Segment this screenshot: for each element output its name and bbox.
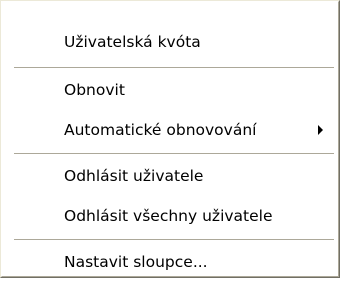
menu-item-label: Obnovit [64, 81, 125, 99]
menu-item-label: Nastavit sloupce... [64, 253, 208, 271]
menu-separator [14, 239, 334, 241]
menu-item-logoff-user[interactable]: Odhlásit uživatele [2, 156, 338, 196]
context-menu-frame: Uživatelská kvóta Obnovit Automatické ob… [1, 1, 339, 277]
menu-separator [14, 67, 334, 69]
menu-item-label: Odhlásit uživatele [64, 167, 204, 185]
context-menu: Uživatelská kvóta Obnovit Automatické ob… [0, 0, 340, 278]
menu-item-label: Uživatelská kvóta [64, 33, 201, 51]
menu-item-label: Odhlásit všechny uživatele [64, 207, 273, 225]
menu-item-logoff-all-users[interactable]: Odhlásit všechny uživatele [2, 196, 338, 236]
menu-item-refresh[interactable]: Obnovit [2, 70, 338, 110]
menu-item-label: Automatické obnovování [64, 121, 257, 139]
submenu-arrow-icon [318, 125, 323, 135]
menu-separator [14, 153, 334, 155]
menu-item-user-quota[interactable]: Uživatelská kvóta [2, 22, 338, 62]
menu-item-set-columns[interactable]: Nastavit sloupce... [2, 242, 338, 282]
menu-item-auto-refresh[interactable]: Automatické obnovování [2, 110, 338, 150]
